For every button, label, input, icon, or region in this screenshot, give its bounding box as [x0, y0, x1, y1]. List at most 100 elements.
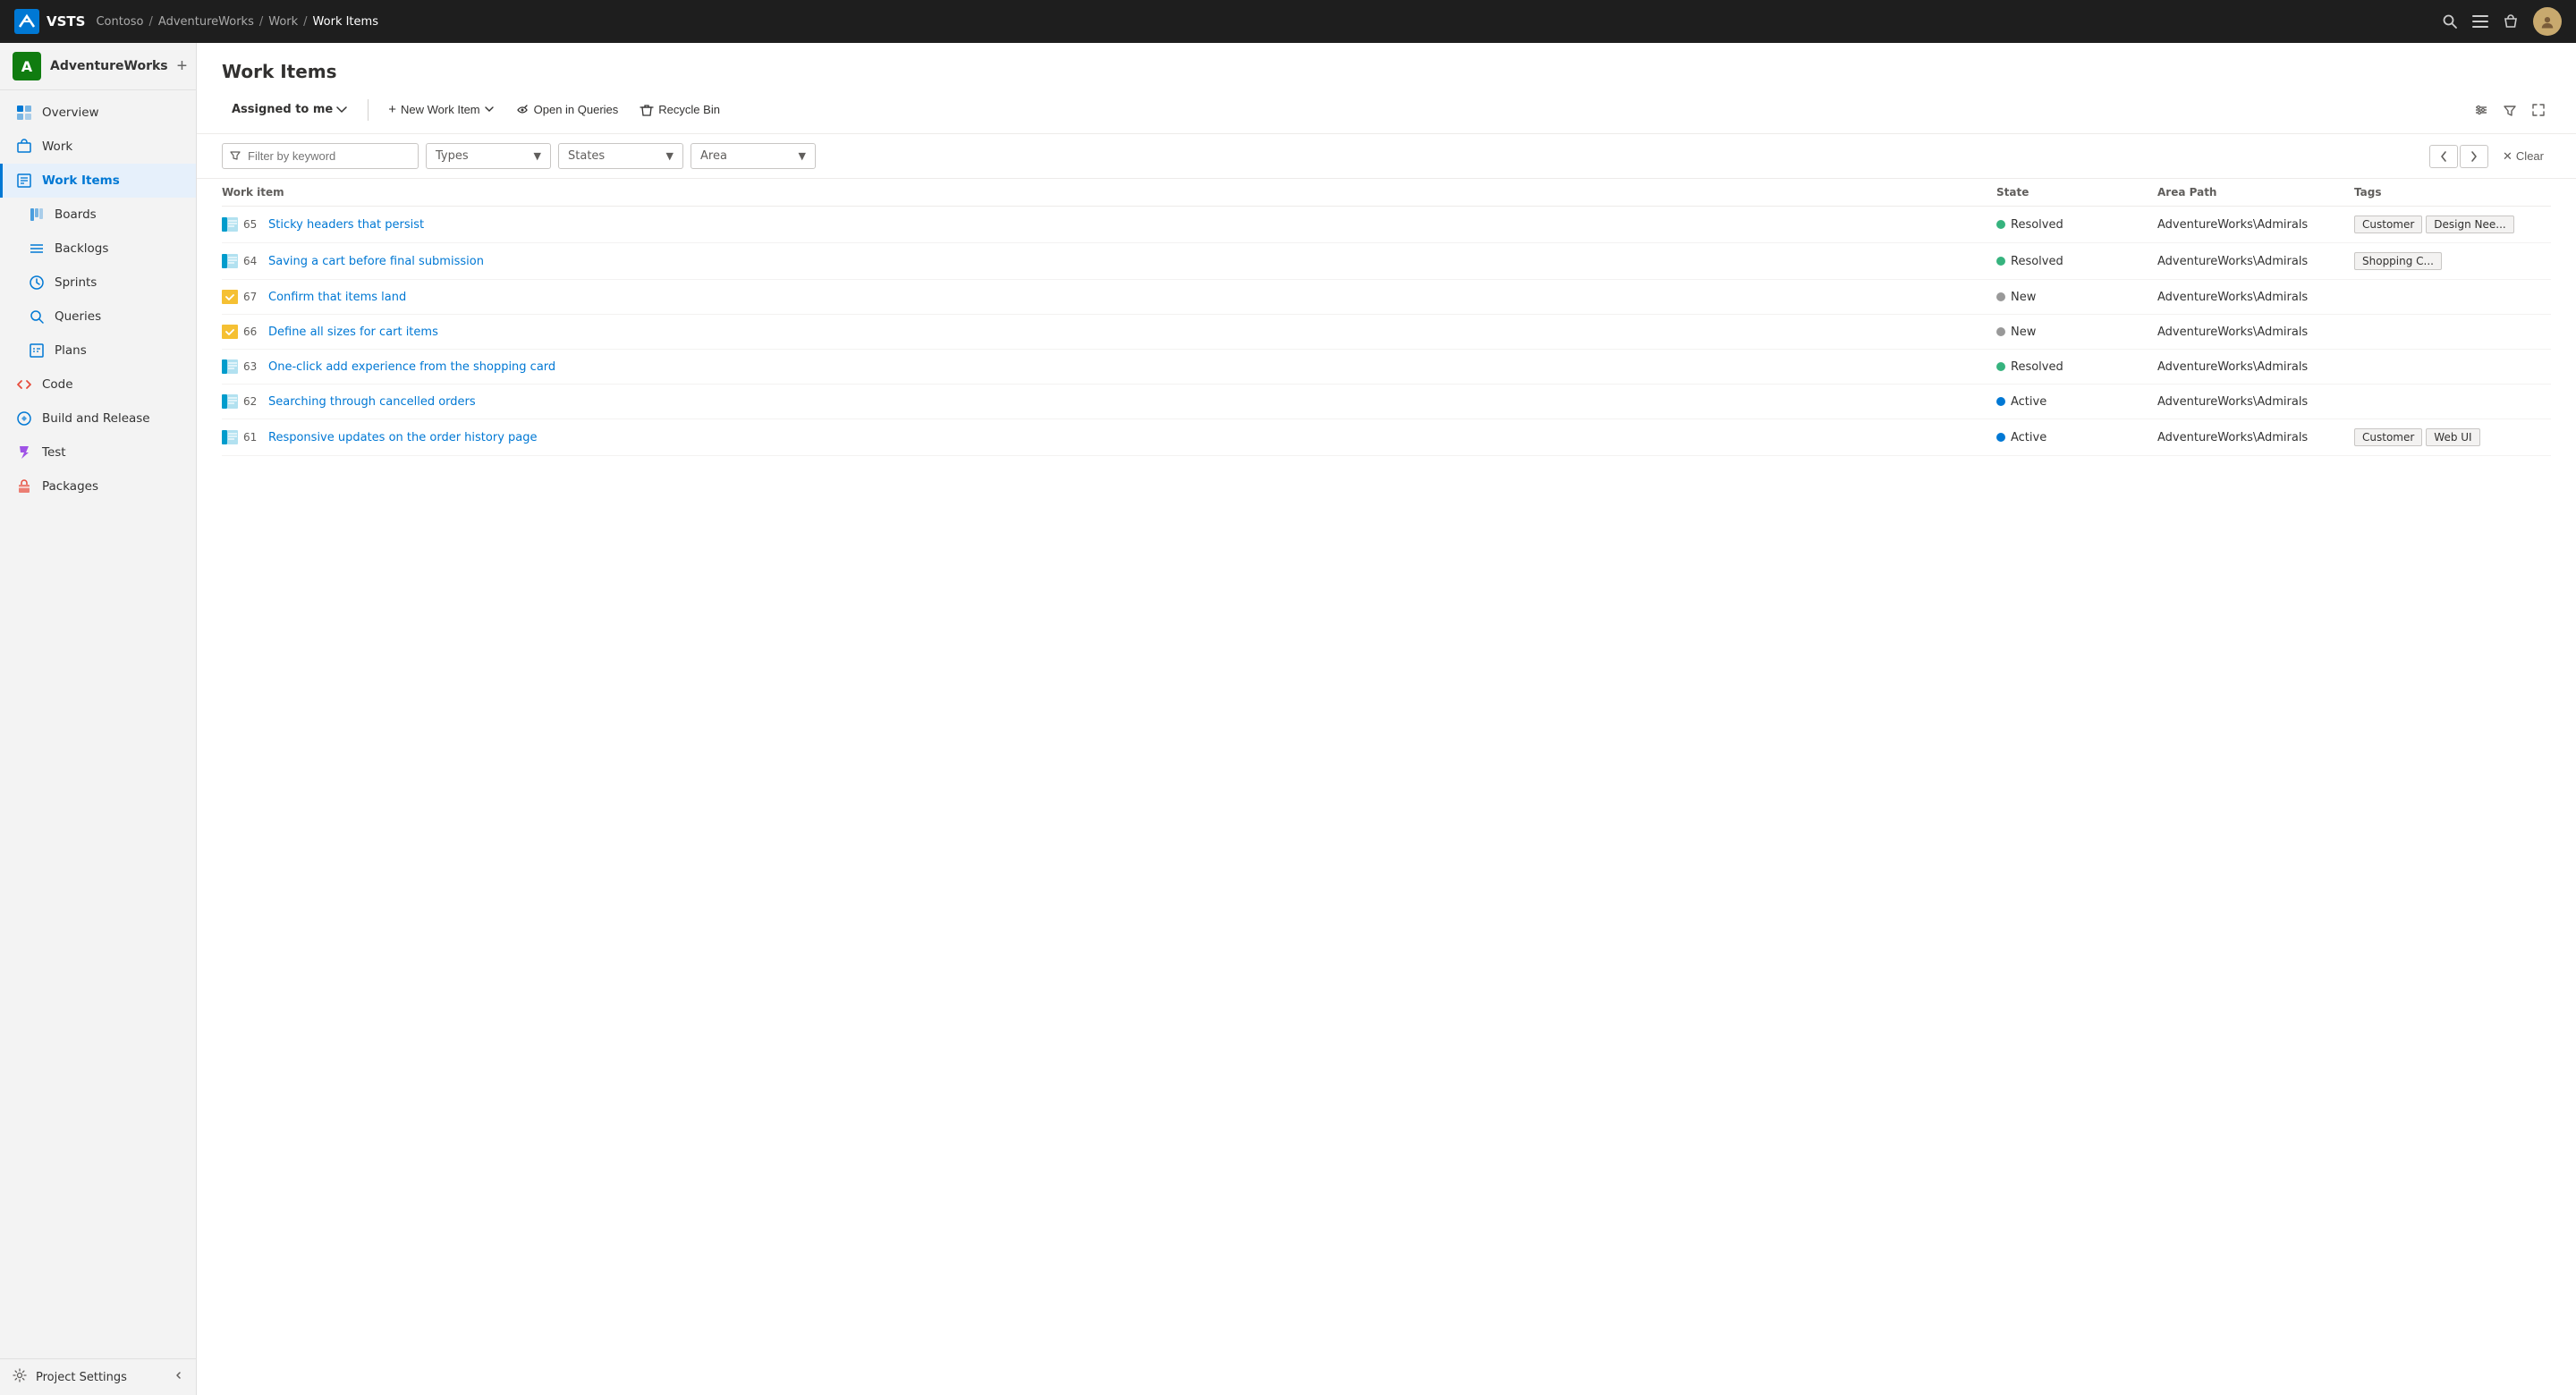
- state-dot: [1996, 220, 2005, 229]
- sidebar-footer[interactable]: Project Settings: [0, 1358, 196, 1395]
- add-project-button[interactable]: +: [177, 56, 188, 77]
- wi-title[interactable]: Responsive updates on the order history …: [268, 431, 538, 444]
- page-header: Work Items: [197, 43, 2576, 97]
- toolbar-right: [2469, 97, 2551, 123]
- work-icon: [15, 138, 33, 156]
- sidebar-item-label: Queries: [55, 309, 101, 324]
- tags-cell: CustomerWeb UI: [2354, 428, 2551, 446]
- states-arrow-icon: ▼: [666, 150, 674, 162]
- types-dropdown[interactable]: Types ▼: [426, 143, 551, 169]
- tag-badge: Customer: [2354, 216, 2422, 233]
- area-dropdown[interactable]: Area ▼: [691, 143, 816, 169]
- clear-button[interactable]: ✕ Clear: [2496, 145, 2551, 168]
- sidebar-item-work[interactable]: Work: [0, 130, 196, 164]
- sidebar: A AdventureWorks + Overview Work: [0, 43, 197, 1395]
- search-icon: [2442, 13, 2458, 30]
- tag-badge: Web UI: [2426, 428, 2479, 446]
- area-cell: AdventureWorks\Admirals: [2157, 395, 2354, 409]
- sidebar-item-sprints[interactable]: Sprints: [0, 266, 196, 300]
- area-cell: AdventureWorks\Admirals: [2157, 326, 2354, 339]
- sidebar-item-backlogs[interactable]: Backlogs: [0, 232, 196, 266]
- top-nav-icons: [2442, 7, 2562, 36]
- recycle-bin-icon: [640, 103, 654, 117]
- sidebar-item-workitems[interactable]: Work Items: [0, 164, 196, 198]
- boards-icon: [28, 206, 46, 224]
- wi-title[interactable]: Searching through cancelled orders: [268, 395, 476, 409]
- chevron-right-icon: [2470, 150, 2479, 163]
- prev-page-button[interactable]: [2429, 145, 2458, 168]
- table-row[interactable]: 64 Saving a cart before final submission…: [222, 243, 2551, 280]
- next-page-button[interactable]: [2460, 145, 2488, 168]
- state-dot: [1996, 292, 2005, 301]
- sidebar-item-overview[interactable]: Overview: [0, 96, 196, 130]
- page-title: Work Items: [222, 61, 2551, 82]
- search-icon-btn[interactable]: [2442, 13, 2458, 30]
- state-dot: [1996, 433, 2005, 442]
- sidebar-item-build[interactable]: Build and Release: [0, 402, 196, 435]
- sidebar-item-test[interactable]: Test: [0, 435, 196, 469]
- state-dot: [1996, 327, 2005, 336]
- tags-cell: CustomerDesign Nee...: [2354, 216, 2551, 233]
- col-workitem: Work item: [222, 186, 1996, 199]
- assigned-dropdown[interactable]: Assigned to me: [222, 97, 357, 123]
- expand-button[interactable]: [2526, 97, 2551, 123]
- wi-title[interactable]: Confirm that items land: [268, 291, 406, 304]
- wi-title[interactable]: Define all sizes for cart items: [268, 326, 438, 339]
- wi-title[interactable]: Sticky headers that persist: [268, 218, 424, 232]
- project-name: AdventureWorks: [50, 59, 168, 73]
- table-row[interactable]: 61 Responsive updates on the order histo…: [222, 419, 2551, 456]
- tags-cell: Shopping C...: [2354, 252, 2551, 270]
- top-nav: VSTS Contoso / AdventureWorks / Work / W…: [0, 0, 2576, 43]
- column-options-icon: [2474, 103, 2488, 117]
- column-options-button[interactable]: [2469, 97, 2494, 123]
- new-work-item-button[interactable]: + New Work Item: [379, 97, 502, 123]
- backlogs-icon: [28, 240, 46, 258]
- open-queries-button[interactable]: Open in Queries: [506, 97, 628, 123]
- sidebar-item-label: Boards: [55, 207, 97, 222]
- state-dot: [1996, 397, 2005, 406]
- state-dot: [1996, 257, 2005, 266]
- bag-icon: [2503, 13, 2519, 30]
- table-row[interactable]: 65 Sticky headers that persist Resolved …: [222, 207, 2551, 243]
- wi-id: 61: [243, 431, 263, 444]
- wi-title[interactable]: One-click add experience from the shoppi…: [268, 360, 555, 374]
- state-label: Active: [2011, 431, 2046, 444]
- table-row[interactable]: 66 Define all sizes for cart items New A…: [222, 315, 2551, 350]
- work-item-cell: 63 One-click add experience from the sho…: [222, 359, 1996, 375]
- filter-input-wrap: [222, 143, 419, 169]
- work-item-cell: 64 Saving a cart before final submission: [222, 253, 1996, 269]
- recycle-bin-button[interactable]: Recycle Bin: [631, 97, 729, 123]
- bag-icon-btn[interactable]: [2503, 13, 2519, 30]
- tag-badge: Customer: [2354, 428, 2422, 446]
- states-label: States: [568, 149, 605, 163]
- sidebar-item-label: Packages: [42, 479, 98, 494]
- area-arrow-icon: ▼: [799, 150, 806, 162]
- sidebar-item-code[interactable]: Code: [0, 368, 196, 402]
- brand[interactable]: VSTS: [14, 9, 85, 34]
- test-icon: [15, 444, 33, 461]
- keyword-filter-input[interactable]: [222, 143, 419, 169]
- sidebar-item-label: Work: [42, 140, 72, 154]
- recycle-bin-label: Recycle Bin: [658, 103, 720, 116]
- user-avatar[interactable]: [2533, 7, 2562, 36]
- build-icon: [15, 410, 33, 427]
- sprints-icon: [28, 274, 46, 292]
- table-row[interactable]: 67 Confirm that items land New Adventure…: [222, 280, 2551, 315]
- wi-id: 66: [243, 326, 263, 338]
- vsts-logo-icon: [14, 9, 39, 34]
- dropdown-arrow-icon: [336, 106, 347, 114]
- table-row[interactable]: 63 One-click add experience from the sho…: [222, 350, 2551, 385]
- table-row[interactable]: 62 Searching through cancelled orders Ac…: [222, 385, 2551, 419]
- packages-icon: [15, 478, 33, 495]
- sidebar-item-queries[interactable]: Queries: [0, 300, 196, 334]
- sidebar-item-plans[interactable]: Plans: [0, 334, 196, 368]
- states-dropdown[interactable]: States ▼: [558, 143, 683, 169]
- sidebar-item-packages[interactable]: Packages: [0, 469, 196, 503]
- list-icon-btn[interactable]: [2472, 15, 2488, 28]
- area-cell: AdventureWorks\Admirals: [2157, 255, 2354, 268]
- sidebar-item-boards[interactable]: Boards: [0, 198, 196, 232]
- wi-title[interactable]: Saving a cart before final submission: [268, 255, 484, 268]
- filter-button[interactable]: [2497, 97, 2522, 123]
- table-header: Work item State Area Path Tags: [222, 179, 2551, 207]
- main-layout: A AdventureWorks + Overview Work: [0, 43, 2576, 1395]
